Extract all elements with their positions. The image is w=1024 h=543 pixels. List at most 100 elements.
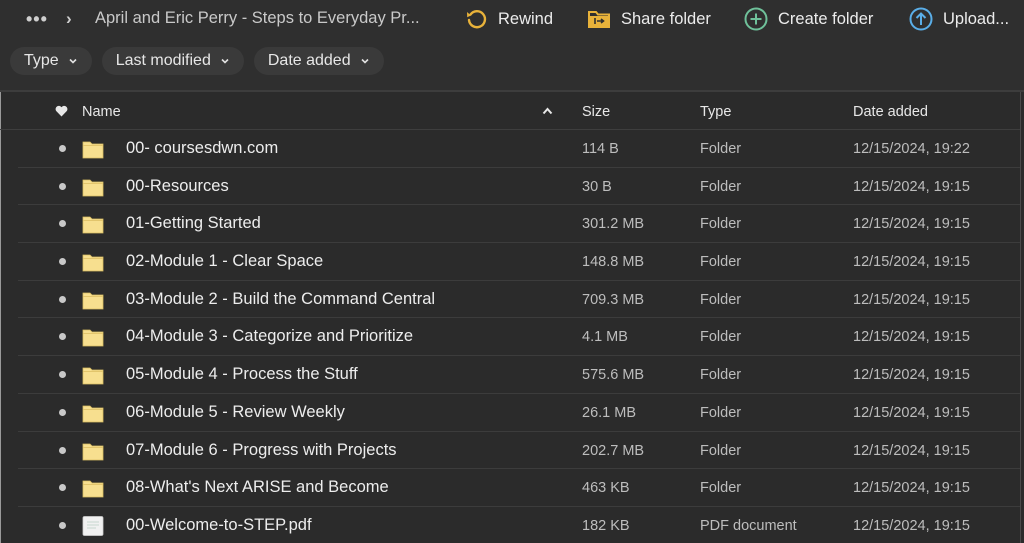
row-select-dot[interactable] (59, 145, 66, 152)
table-header: Name Size Type Date added (0, 92, 1020, 130)
filter-type[interactable]: Type (10, 47, 92, 75)
table-row[interactable]: 08-What's Next ARISE and Become 463 KB F… (18, 469, 1020, 507)
file-size: 709.3 MB (582, 291, 645, 308)
folder-icon (82, 179, 104, 197)
file-date-added: 12/15/2024, 19:15 (853, 517, 970, 534)
column-header-size[interactable]: Size (582, 104, 610, 120)
share-folder-icon (588, 11, 610, 28)
breadcrumb-separator-icon: › (66, 9, 72, 28)
file-table: Name Size Type Date added 00- coursesdwn… (0, 92, 1020, 543)
scrollbar-track[interactable] (1020, 92, 1021, 543)
row-select-dot[interactable] (59, 521, 66, 529)
folder-icon (82, 443, 104, 460)
file-date-added: 12/15/2024, 19:15 (853, 291, 970, 308)
file-type: Folder (700, 291, 742, 308)
file-name[interactable]: 04-Module 3 - Categorize and Prioritize (126, 327, 413, 346)
heart-icon[interactable] (55, 105, 68, 117)
row-select-dot[interactable] (59, 446, 66, 454)
row-select-dot[interactable] (59, 408, 66, 416)
file-date-added: 12/15/2024, 19:15 (853, 480, 970, 497)
file-size: 26.1 MB (582, 404, 636, 421)
table-row[interactable]: 04-Module 3 - Categorize and Prioritize … (18, 318, 1020, 357)
folder-icon (82, 254, 104, 272)
table-body: 00- coursesdwn.com 114 B Folder 12/15/20… (0, 130, 1020, 543)
filter-date-added-label: Date added (267, 52, 351, 69)
table-row[interactable]: 07-Module 6 - Progress with Projects 202… (18, 432, 1020, 470)
file-date-added: 12/15/2024, 19:15 (853, 329, 970, 346)
file-type: Folder (700, 367, 742, 384)
file-name[interactable]: 06-Module 5 - Review Weekly (126, 403, 345, 422)
file-type: Folder (700, 480, 742, 497)
create-folder-label: Create folder (778, 9, 874, 28)
row-select-dot[interactable] (59, 295, 66, 303)
table-row[interactable]: 00-Resources 30 B Folder 12/15/2024, 19:… (18, 168, 1020, 206)
plus-circle-icon (744, 7, 768, 31)
file-size: 114 B (582, 141, 619, 157)
file-size: 202.7 MB (582, 442, 645, 459)
file-name[interactable]: 00-Resources (126, 177, 229, 196)
share-folder-label: Share folder (621, 9, 711, 28)
sort-ascending-icon[interactable] (542, 107, 553, 115)
top-bar: ••• › April and Eric Perry - Steps to Ev… (0, 0, 1024, 90)
file-type: Folder (700, 329, 742, 346)
row-select-dot[interactable] (59, 258, 66, 266)
column-header-name[interactable]: Name (82, 104, 121, 120)
file-date-added: 12/15/2024, 19:15 (853, 178, 970, 195)
table-row[interactable]: 03-Module 2 - Build the Command Central … (18, 281, 1020, 319)
file-size: 30 B (582, 178, 612, 195)
upload-label: Upload... (943, 9, 1010, 28)
rewind-button[interactable]: Rewind (464, 6, 553, 32)
table-row[interactable]: 01-Getting Started 301.2 MB Folder 12/15… (18, 205, 1020, 244)
file-date-added: 12/15/2024, 19:15 (853, 367, 970, 384)
chevron-down-icon (69, 58, 77, 64)
row-select-dot[interactable] (59, 333, 66, 341)
file-size: 301.2 MB (582, 216, 645, 233)
file-type: Folder (700, 178, 742, 195)
file-name[interactable]: 05-Module 4 - Process the Stuff (126, 365, 358, 384)
file-date-added: 12/15/2024, 19:15 (853, 442, 970, 459)
file-size: 148.8 MB (582, 254, 645, 271)
rewind-icon (467, 10, 487, 29)
folder-icon (82, 330, 104, 347)
filter-date-added[interactable]: Date added (253, 47, 384, 75)
file-name[interactable]: 01-Getting Started (126, 214, 261, 233)
folder-icon (82, 367, 104, 385)
file-name[interactable]: 08-What's Next ARISE and Become (126, 478, 389, 497)
file-name[interactable]: 00- coursesdwn.com (126, 139, 278, 158)
row-select-dot[interactable] (59, 220, 66, 228)
table-row[interactable]: 02-Module 1 - Clear Space 148.8 MB Folde… (18, 243, 1020, 281)
folder-icon (82, 480, 104, 498)
row-select-dot[interactable] (59, 182, 66, 190)
file-name[interactable]: 07-Module 6 - Progress with Projects (126, 441, 397, 460)
file-type: PDF document (700, 517, 797, 534)
row-select-dot[interactable] (59, 484, 66, 492)
row-select-dot[interactable] (59, 371, 66, 379)
upload-icon (909, 7, 933, 31)
folder-icon (82, 405, 104, 423)
folder-icon (82, 141, 104, 159)
filter-last-modified[interactable]: Last modified (101, 47, 244, 75)
table-row[interactable]: 06-Module 5 - Review Weekly 26.1 MB Fold… (18, 394, 1020, 432)
upload-button[interactable]: Upload... (909, 6, 1009, 32)
breadcrumb-current[interactable]: April and Eric Perry - Steps to Everyday… (95, 9, 420, 28)
chevron-down-icon (361, 58, 369, 64)
file-name[interactable]: 03-Module 2 - Build the Command Central (126, 290, 435, 309)
column-header-date-added[interactable]: Date added (853, 104, 928, 120)
table-row[interactable]: 00- coursesdwn.com 114 B Folder 12/15/20… (18, 130, 1020, 168)
file-type: Folder (700, 216, 742, 233)
breadcrumb-more-button[interactable]: ••• (26, 9, 48, 30)
file-type: Folder (700, 442, 742, 459)
file-size: 4.1 MB (582, 329, 628, 346)
filter-last-modified-label: Last modified (115, 52, 211, 69)
file-size: 575.6 MB (582, 367, 645, 384)
file-name[interactable]: 02-Module 1 - Clear Space (126, 252, 323, 271)
file-date-added: 12/15/2024, 19:15 (853, 404, 970, 421)
file-date-added: 12/15/2024, 19:22 (853, 141, 970, 157)
create-folder-button[interactable]: Create folder (744, 6, 873, 32)
column-header-type[interactable]: Type (700, 104, 731, 120)
table-row[interactable]: 00-Welcome-to-STEP.pdf 182 KB PDF docume… (18, 507, 1020, 543)
file-name[interactable]: 00-Welcome-to-STEP.pdf (126, 516, 312, 535)
file-type: Folder (700, 141, 742, 157)
table-row[interactable]: 05-Module 4 - Process the Stuff 575.6 MB… (18, 356, 1020, 394)
share-folder-button[interactable]: Share folder (587, 6, 711, 32)
